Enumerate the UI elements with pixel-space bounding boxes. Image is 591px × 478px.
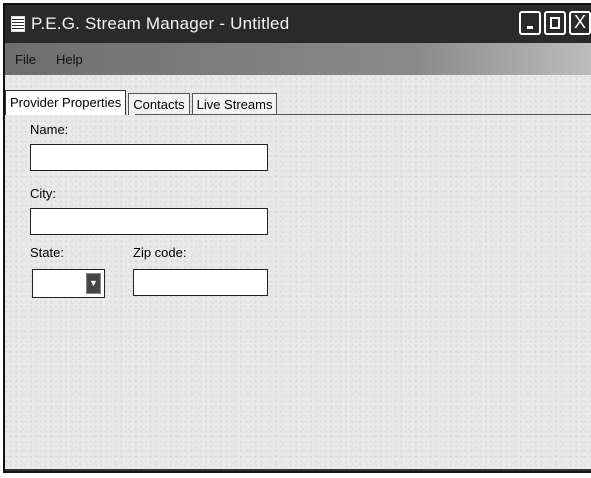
tab-strip: Provider Properties Contacts Live Stream… xyxy=(5,89,279,115)
zip-field[interactable] xyxy=(133,269,268,296)
window-bottom-border xyxy=(5,469,591,471)
name-field[interactable] xyxy=(30,144,268,171)
close-button[interactable]: X xyxy=(569,11,591,35)
tab-contacts[interactable]: Contacts xyxy=(128,93,190,115)
menu-file[interactable]: File xyxy=(15,52,36,67)
menu-bar: File Help xyxy=(5,43,591,75)
tab-divider xyxy=(135,114,591,115)
state-select[interactable]: ▼ xyxy=(32,269,105,298)
chevron-down-icon[interactable]: ▼ xyxy=(86,273,101,294)
city-field[interactable] xyxy=(30,208,268,235)
main-window: P.E.G. Stream Manager - Untitled X File … xyxy=(3,3,591,473)
maximize-button[interactable] xyxy=(544,11,566,35)
menu-help[interactable]: Help xyxy=(56,52,83,67)
window-controls: X xyxy=(519,11,591,35)
title-bar[interactable]: P.E.G. Stream Manager - Untitled X xyxy=(5,5,591,43)
name-label: Name: xyxy=(30,122,69,137)
tab-provider-properties[interactable]: Provider Properties xyxy=(5,90,127,115)
state-label: State: xyxy=(30,245,64,260)
city-label: City: xyxy=(30,186,56,201)
minimize-button[interactable] xyxy=(519,11,541,35)
window-title: P.E.G. Stream Manager - Untitled xyxy=(31,14,290,33)
app-icon xyxy=(11,16,25,32)
tab-live-streams[interactable]: Live Streams xyxy=(191,93,278,115)
zip-label: Zip code: xyxy=(133,245,187,260)
close-icon: X xyxy=(573,12,586,32)
